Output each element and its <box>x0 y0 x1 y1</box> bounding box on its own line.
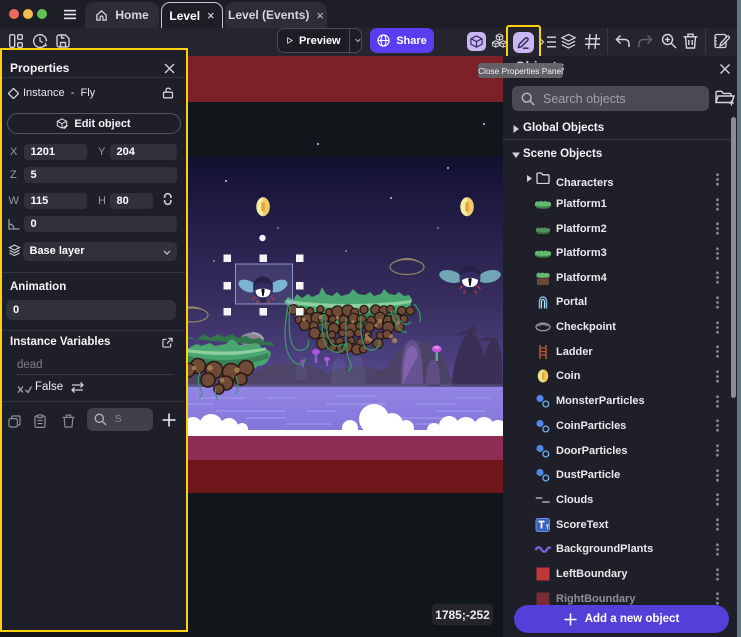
svg-text:1785;-252: 1785;-252 <box>435 608 490 622</box>
